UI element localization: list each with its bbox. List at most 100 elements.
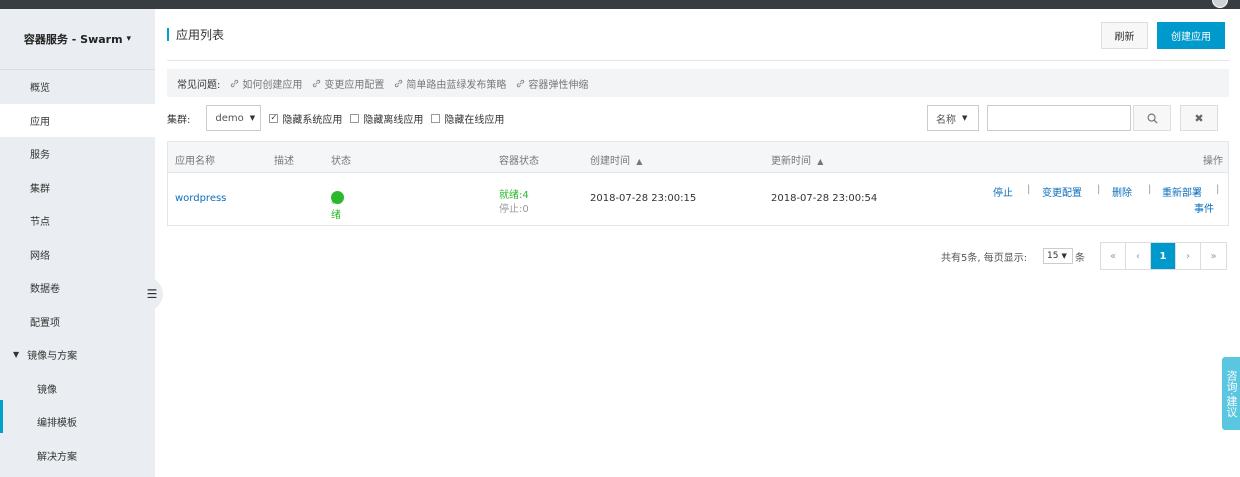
triangle-down-icon: ▼: [13, 350, 20, 360]
sidebar-item-label: 服务: [30, 150, 50, 162]
sidebar-item-label: 节点: [30, 217, 50, 229]
search-type-value: 名称: [936, 114, 956, 126]
caret-down-icon: ▾: [126, 34, 132, 44]
search-icon: [1147, 113, 1158, 124]
faq-link-label: 变更应用配置: [324, 79, 385, 91]
faq-link[interactable]: 如何创建应用: [230, 76, 302, 91]
hide-system-apps-checkbox[interactable]: ✓ 隐藏系统应用: [269, 111, 342, 126]
feedback-label: 咨询·建议: [1225, 369, 1238, 418]
faq-bar: 常见问题: 如何创建应用 变更应用配置 简单路由蓝绿发布策略 容器弹性伸缩: [167, 69, 1229, 97]
sidebar-item-label: 网络: [30, 250, 50, 262]
hide-offline-apps-checkbox[interactable]: 隐藏离线应用: [350, 111, 423, 126]
app-name-link[interactable]: wordpress: [175, 193, 226, 204]
action-separator: |: [1097, 184, 1101, 195]
link-icon: [395, 79, 403, 87]
cluster-select[interactable]: demo ▼: [206, 105, 262, 131]
feedback-tab[interactable]: 咨询·建议: [1222, 357, 1240, 430]
stop-action[interactable]: 停止: [993, 184, 1013, 199]
search-type-select[interactable]: 名称 ▼: [927, 105, 979, 131]
dropdown-arrow-icon: ▼: [1061, 252, 1067, 260]
table-header: 应用名称 描述 状态 容器状态 创建时间 ▲ 更新时间 ▲ 操作: [168, 142, 1228, 173]
first-page-button[interactable]: «: [1101, 243, 1126, 269]
sidebar-item-overview[interactable]: 概览: [0, 70, 155, 104]
avatar[interactable]: [1212, 0, 1228, 8]
column-header-status: 状态: [331, 156, 351, 167]
sidebar-group-images[interactable]: ▼ 镜像与方案: [0, 338, 155, 372]
column-header-label: 更新时间: [771, 156, 811, 167]
checkbox-label: 隐藏离线应用: [363, 114, 424, 126]
page-1-button[interactable]: 1: [1151, 243, 1176, 269]
faq-link[interactable]: 变更应用配置: [312, 76, 384, 91]
prev-page-button[interactable]: ‹: [1126, 243, 1151, 269]
action-separator: |: [1027, 184, 1031, 195]
filter-bar: 集群: demo ▼ ✓ 隐藏系统应用 隐藏离线应用 隐藏在线应用 名称 ▼ ✖: [167, 104, 1229, 132]
page-header: 应用列表 刷新 创建应用: [167, 9, 1229, 61]
page-size-value: 15: [1047, 251, 1059, 261]
column-header-desc: 描述: [274, 156, 294, 167]
sidebar-title[interactable]: 容器服务 - Swarm ▾: [0, 9, 155, 70]
column-header-label: 创建时间: [590, 156, 630, 167]
create-app-button[interactable]: 创建应用: [1157, 22, 1225, 49]
page-size-select[interactable]: 15 ▼: [1043, 248, 1073, 264]
redeploy-action[interactable]: 重新部署: [1162, 184, 1202, 199]
search-input[interactable]: [987, 105, 1131, 131]
container-ready: 就绪:4: [499, 190, 529, 201]
faq-link-label: 简单路由蓝绿发布策略: [406, 79, 507, 91]
sidebar-item-nodes[interactable]: 节点: [0, 204, 155, 238]
sidebar-item-label: 解决方案: [37, 451, 77, 463]
link-icon: [231, 79, 239, 87]
link-icon: [313, 79, 321, 87]
pagination-info: 共有5条, 每页显示:: [941, 249, 1027, 264]
faq-link[interactable]: 简单路由蓝绿发布策略: [394, 76, 506, 91]
sidebar-item-label: 编排模板: [37, 418, 77, 430]
apps-table: 应用名称 描述 状态 容器状态 创建时间 ▲ 更新时间 ▲ 操作 wordpre…: [167, 141, 1229, 226]
clear-search-button[interactable]: ✖: [1180, 105, 1218, 131]
sidebar-item-images[interactable]: 镜像: [0, 372, 155, 406]
delete-action[interactable]: 删除: [1112, 184, 1132, 199]
updated-time: 2018-07-28 23:00:54: [771, 193, 878, 204]
refresh-button[interactable]: 刷新: [1101, 22, 1148, 49]
sidebar-item-solutions[interactable]: 解决方案: [0, 439, 155, 473]
main-content: 应用列表 刷新 创建应用 常见问题: 如何创建应用 变更应用配置 简单路由蓝绿发…: [167, 9, 1229, 270]
dropdown-arrow-icon: ▼: [962, 114, 968, 122]
sidebar-item-templates[interactable]: 编排模板: [0, 405, 155, 439]
column-header-container-status: 容器状态: [499, 156, 539, 167]
faq-link-label: 容器弹性伸缩: [528, 79, 589, 91]
page-title: 应用列表: [176, 28, 225, 42]
faq-link-label: 如何创建应用: [242, 79, 303, 91]
column-header-created[interactable]: 创建时间 ▲: [590, 152, 642, 167]
table-row: wordpress 就绪 就绪:4 停止:0 2018-07-28 23:00:…: [168, 173, 1228, 226]
checkbox-checked-icon: ✓: [269, 113, 279, 123]
faq-link[interactable]: 容器弹性伸缩: [516, 76, 588, 91]
next-page-button[interactable]: ›: [1176, 243, 1201, 269]
sidebar-item-clusters[interactable]: 集群: [0, 171, 155, 205]
last-page-button[interactable]: »: [1201, 243, 1226, 269]
sidebar-collapse-button[interactable]: ☰: [141, 277, 163, 311]
close-icon: ✖: [1194, 111, 1204, 125]
events-action[interactable]: 事件: [1194, 200, 1214, 215]
change-config-action[interactable]: 变更配置: [1042, 184, 1082, 199]
pagination: 共有5条, 每页显示: 15 ▼ 条 « ‹ 1 › »: [167, 242, 1229, 270]
sidebar-item-networks[interactable]: 网络: [0, 238, 155, 272]
column-header-name: 应用名称: [175, 156, 215, 167]
action-separator: |: [1216, 184, 1220, 195]
container-stopped: 停止:0: [499, 204, 529, 215]
search-button[interactable]: [1133, 105, 1171, 131]
sidebar-item-configs[interactable]: 配置项: [0, 305, 155, 339]
checkbox-icon: [431, 113, 441, 123]
sidebar-item-label: 集群: [30, 183, 50, 195]
link-icon: [517, 79, 525, 87]
sidebar-item-label: 数据卷: [30, 284, 60, 296]
sidebar-item-volumes[interactable]: 数据卷: [0, 271, 155, 305]
total-count: 共有5条,: [941, 253, 981, 264]
sidebar-item-label: 配置项: [30, 317, 60, 329]
hide-online-apps-checkbox[interactable]: 隐藏在线应用: [431, 111, 504, 126]
sidebar-item-label: 应用: [30, 116, 50, 128]
column-header-updated[interactable]: 更新时间 ▲: [771, 152, 823, 167]
menu-collapse-icon: ☰: [146, 287, 158, 301]
page-buttons: « ‹ 1 › »: [1100, 242, 1227, 270]
sidebar-item-services[interactable]: 服务: [0, 137, 155, 171]
sidebar-title-label: 容器服务 - Swarm: [23, 33, 123, 46]
sidebar-item-applications[interactable]: 应用: [0, 103, 155, 137]
top-nav-bar: [0, 0, 1240, 9]
